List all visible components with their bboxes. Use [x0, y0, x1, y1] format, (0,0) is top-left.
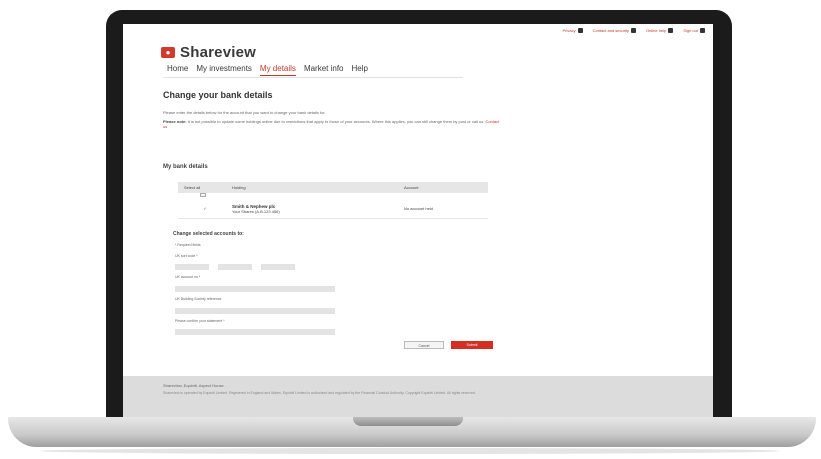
cancel-button[interactable]: Cancel — [404, 341, 444, 349]
laptop-notch — [353, 417, 463, 426]
nav-help[interactable]: Help — [352, 64, 368, 76]
col-account: Account — [404, 185, 419, 190]
nav-home[interactable]: Home — [167, 64, 188, 76]
brand-name: Shareview — [180, 44, 257, 61]
account-value: No account held — [404, 206, 433, 211]
row-select-checkbox[interactable]: ✓ — [178, 206, 226, 211]
footer-text: Shareview is operated by Equiniti Limite… — [163, 391, 476, 395]
info-icon — [577, 28, 583, 33]
footer-title: Shareview, Equiniti, Aspect House — [163, 383, 224, 388]
laptop-shadow — [40, 448, 780, 454]
page-footer: Shareview, Equiniti, Aspect House Sharev… — [123, 376, 713, 420]
nav-divider — [163, 77, 463, 78]
change-accounts-heading: Change selected accounts to: — [173, 231, 244, 237]
sort-code-field-1[interactable] — [175, 264, 209, 270]
browser-screen: Privacy Contact and security Online help… — [123, 24, 713, 420]
holdings-table: Select all Holding Account ✓ Smith & Nep… — [178, 182, 488, 219]
nav-my-details[interactable]: My details — [259, 64, 296, 76]
society-reference-label: UK Building Society reference — [175, 297, 222, 301]
account-number-field[interactable] — [175, 286, 335, 292]
account-number-label: UK account no * — [175, 275, 201, 279]
help-icon — [668, 28, 674, 33]
main-nav: Home My investments My details Market in… — [167, 64, 368, 76]
nav-market-info[interactable]: Market info — [304, 64, 344, 76]
lock-icon — [631, 28, 637, 33]
table-row: ✓ Smith & Nephew plc Your Shares (A.B.12… — [178, 199, 488, 219]
top-link-privacy[interactable]: Privacy — [562, 28, 583, 33]
table-header: Select all Holding Account — [178, 182, 488, 193]
society-reference-field[interactable] — [175, 308, 335, 314]
sort-code-label: UK sort code * — [175, 254, 198, 258]
top-link-help[interactable]: Online help — [646, 28, 674, 33]
page-title: Change your bank details — [163, 90, 273, 100]
brand-logo[interactable]: ● Shareview — [161, 44, 256, 61]
top-links: Privacy Contact and security Online help… — [562, 28, 705, 33]
bank-details-heading: My bank details — [163, 164, 208, 170]
required-note: * Required fields — [175, 243, 201, 247]
col-holding: Holding — [232, 185, 246, 190]
notice-label: Please note: — [163, 118, 187, 124]
logo-icon: ● — [161, 47, 175, 58]
top-link-contact[interactable]: Contact and security — [593, 28, 637, 33]
submit-button[interactable]: Submit — [451, 341, 493, 349]
nav-my-investments[interactable]: My investments — [196, 64, 252, 76]
notice-text: it is not possible to update some holdin… — [187, 118, 485, 124]
col-select-all[interactable]: Select all — [178, 185, 226, 190]
holding-ref: Your Shares (A.B.123 456) — [232, 208, 280, 214]
intro-text: Please enter the details below for the a… — [163, 110, 500, 129]
confirm-label: Please confirm your statement * — [175, 319, 225, 323]
laptop-base — [8, 417, 816, 447]
sort-code-field-2[interactable] — [218, 264, 252, 270]
select-all-checkbox[interactable] — [200, 193, 206, 197]
signout-icon — [700, 28, 705, 33]
confirm-field[interactable] — [175, 329, 335, 335]
top-link-signout[interactable]: Sign out — [683, 28, 705, 33]
sort-code-field-3[interactable] — [261, 264, 295, 270]
